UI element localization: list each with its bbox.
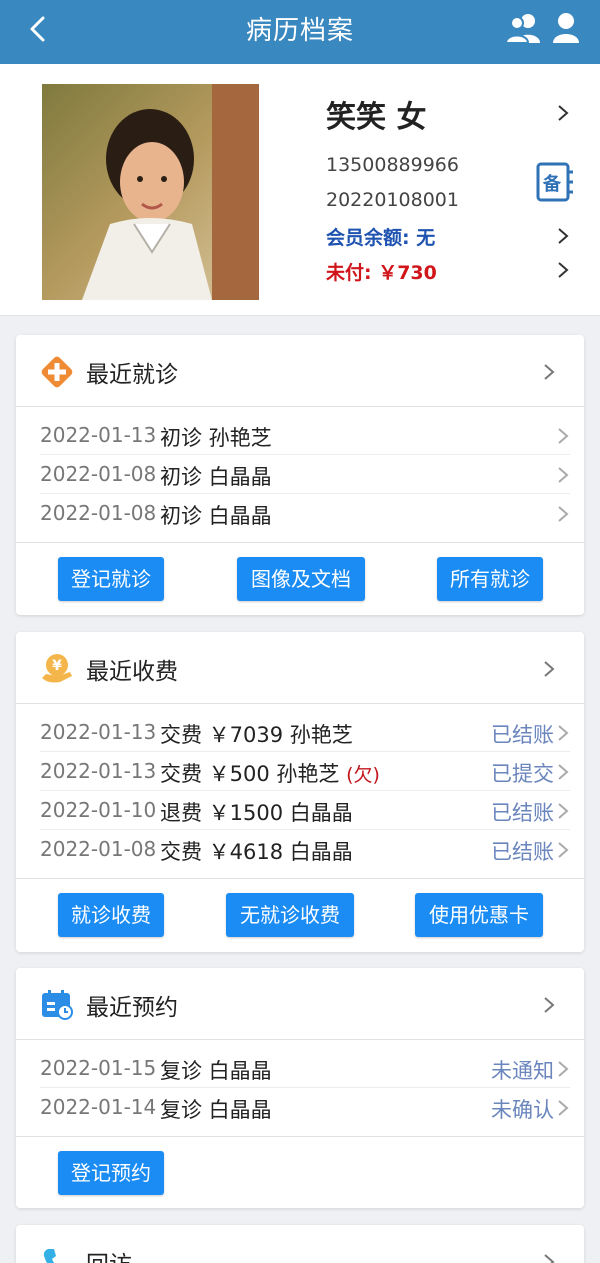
appointment-row[interactable]: 2022-01-15 复诊 白晶晶 未通知	[40, 1049, 570, 1088]
appointment-date: 2022-01-14	[40, 1095, 157, 1119]
charge-row[interactable]: 2022-01-10 退费 ￥1500 白晶晶 已结账	[40, 791, 570, 830]
visit-desc: 初诊 孙艳芝	[160, 426, 272, 450]
register-appointment-button[interactable]: 登记预约	[58, 1151, 164, 1195]
recent-appointments-card: 最近预约 2022-01-15 复诊 白晶晶 未通知 2022-01-14 复诊…	[16, 968, 584, 1208]
charge-date: 2022-01-08	[40, 837, 157, 861]
charge-status: 已结账	[491, 801, 554, 825]
chevron-right-icon[interactable]	[556, 261, 570, 279]
use-coupon-button[interactable]: 使用优惠卡	[415, 893, 543, 937]
chevron-right-icon	[558, 467, 569, 483]
charge-desc: 交费 ￥4618 白晶晶	[160, 836, 353, 866]
calendar-icon	[42, 990, 73, 1020]
record-number: 20220108001	[326, 189, 459, 211]
member-balance: 会员余额: 无	[326, 227, 436, 249]
chevron-right-icon	[558, 764, 569, 780]
owed-badge: (欠)	[346, 764, 380, 786]
charge-desc-text: 交费 ￥7039 孙艳芝	[160, 723, 353, 747]
visit-date: 2022-01-13	[40, 423, 157, 447]
followup-card: 回访	[16, 1225, 584, 1263]
note-label: 备	[543, 174, 561, 195]
chevron-right-icon[interactable]	[556, 104, 570, 122]
charge-desc: 交费 ￥7039 孙艳芝	[160, 719, 353, 749]
chevron-right-icon	[558, 725, 569, 741]
register-visit-button[interactable]: 登记就诊	[58, 557, 164, 601]
charge-row[interactable]: 2022-01-13 交费 ￥7039 孙艳芝 已结账	[40, 713, 570, 752]
recent-visits-card: 最近就诊 2022-01-13 初诊 孙艳芝 2022-01-08 初诊 白晶晶…	[16, 335, 584, 615]
chevron-right-icon	[544, 1254, 555, 1263]
patient-photo	[42, 84, 259, 300]
visit-charge-button[interactable]: 就诊收费	[58, 893, 164, 937]
recent-charges-header[interactable]: ¥ 最近收费	[16, 632, 584, 704]
appointment-status: 未确认	[491, 1098, 554, 1122]
user-icon[interactable]	[552, 12, 580, 44]
chevron-right-icon	[558, 842, 569, 858]
appointment-date: 2022-01-15	[40, 1056, 157, 1080]
recent-charges-title: 最近收费	[86, 659, 178, 685]
chevron-right-icon	[558, 1100, 569, 1116]
unpaid-amount: 未付: ￥730	[326, 262, 437, 284]
charge-desc: 退费 ￥1500 白晶晶	[160, 797, 353, 827]
yuan-coin-icon: ¥	[42, 654, 72, 683]
visit-row[interactable]: 2022-01-13 初诊 孙艳芝	[40, 416, 570, 455]
charge-actions: 就诊收费 无就诊收费 使用优惠卡	[16, 878, 584, 950]
patient-phone: 13500889966	[326, 154, 459, 176]
all-visits-button[interactable]: 所有就诊	[437, 557, 543, 601]
charge-date: 2022-01-10	[40, 798, 157, 822]
charge-date: 2022-01-13	[40, 720, 157, 744]
chevron-right-icon	[544, 364, 555, 380]
patient-profile: 笑笑 女 13500889966 20220108001 备 会员余额: 无 未…	[0, 64, 600, 316]
note-icon[interactable]: 备	[535, 162, 575, 202]
chevron-right-icon	[558, 428, 569, 444]
chevron-right-icon	[558, 1061, 569, 1077]
visit-date: 2022-01-08	[40, 501, 157, 525]
charge-date: 2022-01-13	[40, 759, 157, 783]
recent-appointments-title: 最近预约	[86, 995, 178, 1021]
charge-status: 已提交	[491, 762, 554, 786]
recent-appointments-header[interactable]: 最近预约	[16, 968, 584, 1040]
visit-date: 2022-01-08	[40, 462, 157, 486]
charge-row[interactable]: 2022-01-13 交费 ￥500 孙艳芝 (欠) 已提交	[40, 752, 570, 791]
chevron-right-icon[interactable]	[556, 227, 570, 245]
chevron-right-icon	[544, 661, 555, 677]
phone-icon	[43, 1249, 56, 1263]
svg-text:¥: ¥	[52, 658, 62, 674]
appointment-desc: 复诊 白晶晶	[160, 1059, 272, 1083]
appointment-desc: 复诊 白晶晶	[160, 1098, 272, 1122]
charge-desc-text: 退费 ￥1500 白晶晶	[160, 801, 353, 825]
charge-status: 已结账	[491, 723, 554, 747]
patient-name: 笑笑 女	[326, 100, 427, 135]
visit-row[interactable]: 2022-01-08 初诊 白晶晶	[40, 494, 570, 533]
top-bar: 病历档案	[0, 0, 600, 64]
charge-row[interactable]: 2022-01-08 交费 ￥4618 白晶晶 已结账	[40, 830, 570, 869]
followup-header[interactable]: 回访	[16, 1225, 584, 1263]
appointment-status: 未通知	[491, 1059, 554, 1083]
visit-desc: 初诊 白晶晶	[160, 465, 272, 489]
charge-desc-text: 交费 ￥4618 白晶晶	[160, 840, 353, 864]
users-icon[interactable]	[506, 12, 542, 44]
charge-status: 已结账	[491, 840, 554, 864]
appointment-row[interactable]: 2022-01-14 复诊 白晶晶 未确认	[40, 1088, 570, 1127]
chevron-right-icon	[558, 803, 569, 819]
followup-title: 回访	[86, 1245, 132, 1263]
recent-visits-header[interactable]: 最近就诊	[16, 335, 584, 407]
charge-desc: 交费 ￥500 孙艳芝 (欠)	[160, 758, 380, 788]
recent-charges-card: ¥ 最近收费 2022-01-13 交费 ￥7039 孙艳芝 已结账 2022-…	[16, 632, 584, 952]
plus-cross-icon	[41, 356, 73, 388]
images-documents-button[interactable]: 图像及文档	[237, 557, 365, 601]
charge-desc-text: 交费 ￥500 孙艳芝	[160, 762, 340, 786]
recent-visits-title: 最近就诊	[86, 362, 178, 388]
visit-row[interactable]: 2022-01-08 初诊 白晶晶	[40, 455, 570, 494]
no-visit-charge-button[interactable]: 无就诊收费	[226, 893, 354, 937]
appointment-actions: 登记预约	[16, 1136, 584, 1208]
chevron-right-icon	[558, 506, 569, 522]
chevron-right-icon	[544, 997, 555, 1013]
visit-actions: 登记就诊 图像及文档 所有就诊	[16, 542, 584, 614]
visit-desc: 初诊 白晶晶	[160, 504, 272, 528]
